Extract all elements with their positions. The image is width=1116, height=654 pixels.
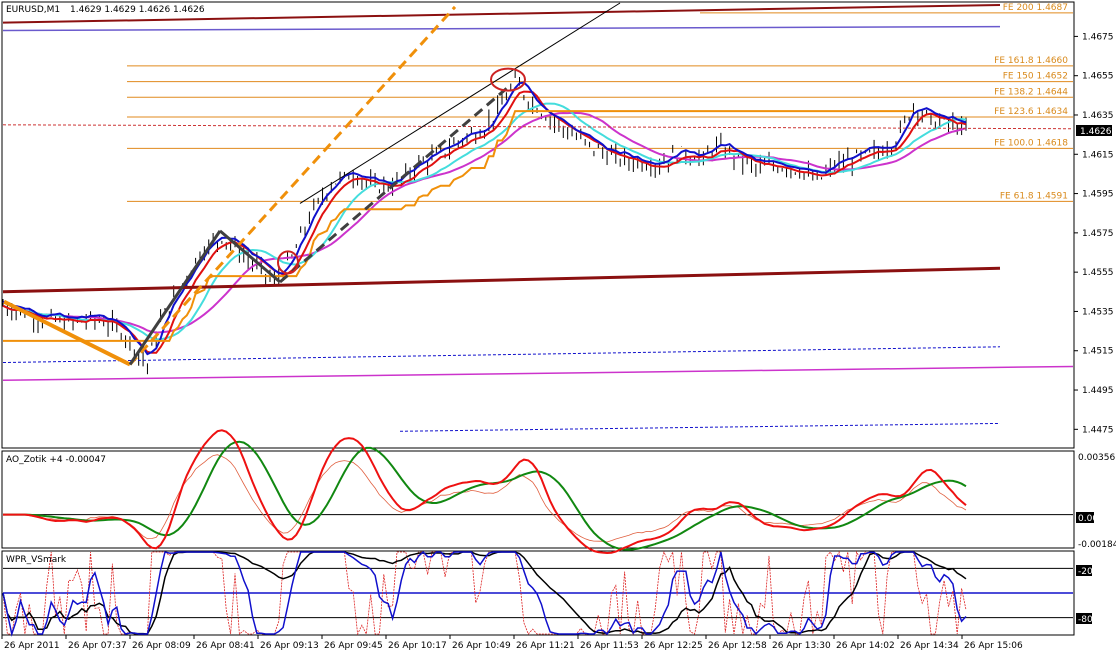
ao-tick-top: 0.00356 bbox=[1078, 453, 1115, 463]
wpr-tick-20: -20 bbox=[1078, 567, 1093, 577]
fib-level-label: FE 161.8 1.4660 bbox=[994, 56, 1068, 66]
ao-panel[interactable] bbox=[1, 450, 1075, 549]
price-tick-label: 1.4555 bbox=[1082, 268, 1114, 278]
price-tick-label: 1.4615 bbox=[1082, 150, 1114, 160]
time-tick-label: 26 Apr 11:53 bbox=[580, 641, 639, 651]
price-axis: 1.4675 1.4655 1.4635 1.4615 1.4595 1.4575 1.45… bbox=[1074, 32, 1114, 435]
time-tick-label: 26 Apr 12:25 bbox=[644, 641, 703, 651]
current-price-label: 1.4626 bbox=[1080, 127, 1112, 137]
time-tick-label: 26 Apr 10:49 bbox=[452, 641, 511, 651]
time-tick-label: 26 Apr 11:21 bbox=[516, 641, 575, 651]
ao-tick-zero: 0.00 bbox=[1078, 514, 1098, 524]
price-tick-label: 1.4675 bbox=[1082, 32, 1114, 42]
main-panel[interactable] bbox=[1, 1, 1075, 449]
chart-symbol: EURUSD,M1 bbox=[6, 5, 60, 15]
price-tick-label: 1.4475 bbox=[1082, 425, 1114, 435]
fib-level-label: FE 150 1.4652 bbox=[1003, 72, 1068, 82]
time-tick-label: 26 Apr 2011 bbox=[4, 641, 60, 651]
price-tick-label: 1.4535 bbox=[1082, 307, 1114, 317]
fib-level-label: FE 138.2 1.4644 bbox=[994, 87, 1068, 97]
time-tick-label: 26 Apr 08:41 bbox=[196, 641, 255, 651]
time-tick-label: 26 Apr 09:45 bbox=[324, 641, 383, 651]
chart-ohlc: 1.4629 1.4629 1.4626 1.4626 bbox=[70, 5, 205, 15]
ao-tick-bottom: -0.00184 bbox=[1078, 540, 1116, 550]
price-tick-label: 1.4495 bbox=[1082, 386, 1114, 396]
time-tick-label: 26 Apr 09:13 bbox=[260, 641, 319, 651]
trading-chart[interactable]: FE 200 1.4687 FE 161.8 1.4660 FE 150 1.465… bbox=[0, 0, 1116, 654]
wpr-indicator-title: WPR_VSmark bbox=[6, 555, 67, 565]
price-tick-label: 1.4575 bbox=[1082, 229, 1114, 239]
fib-level-label: FE 200 1.4687 bbox=[1003, 3, 1068, 13]
time-tick-label: 26 Apr 08:09 bbox=[132, 641, 191, 651]
fib-level-label: FE 100.0 1.4618 bbox=[994, 138, 1068, 148]
time-tick-label: 26 Apr 10:17 bbox=[388, 641, 447, 651]
ao-indicator-title: AO_Zotik +4 -0.00047 bbox=[6, 455, 106, 465]
time-tick-label: 26 Apr 13:30 bbox=[772, 641, 831, 651]
time-tick-label: 26 Apr 07:37 bbox=[68, 641, 127, 651]
fib-level-label: FE 123.6 1.4634 bbox=[994, 107, 1068, 117]
time-tick-label: 26 Apr 15:06 bbox=[964, 641, 1023, 651]
wpr-tick-80: -80 bbox=[1078, 615, 1093, 625]
price-tick-label: 1.4515 bbox=[1082, 347, 1114, 357]
price-tick-label: 1.4655 bbox=[1082, 72, 1114, 82]
time-axis: 26 Apr 2011 26 Apr 07:37 26 Apr 08:09 26 Ap… bbox=[1, 635, 1023, 651]
time-tick-label: 26 Apr 14:02 bbox=[836, 641, 895, 651]
price-tick-label: 1.4635 bbox=[1082, 111, 1114, 121]
price-tick-label: 1.4595 bbox=[1082, 190, 1114, 200]
time-tick-label: 26 Apr 14:34 bbox=[900, 641, 959, 651]
time-tick-label: 26 Apr 12:58 bbox=[708, 641, 767, 651]
fib-level-label: FE 61.8 1.4591 bbox=[1000, 191, 1068, 201]
